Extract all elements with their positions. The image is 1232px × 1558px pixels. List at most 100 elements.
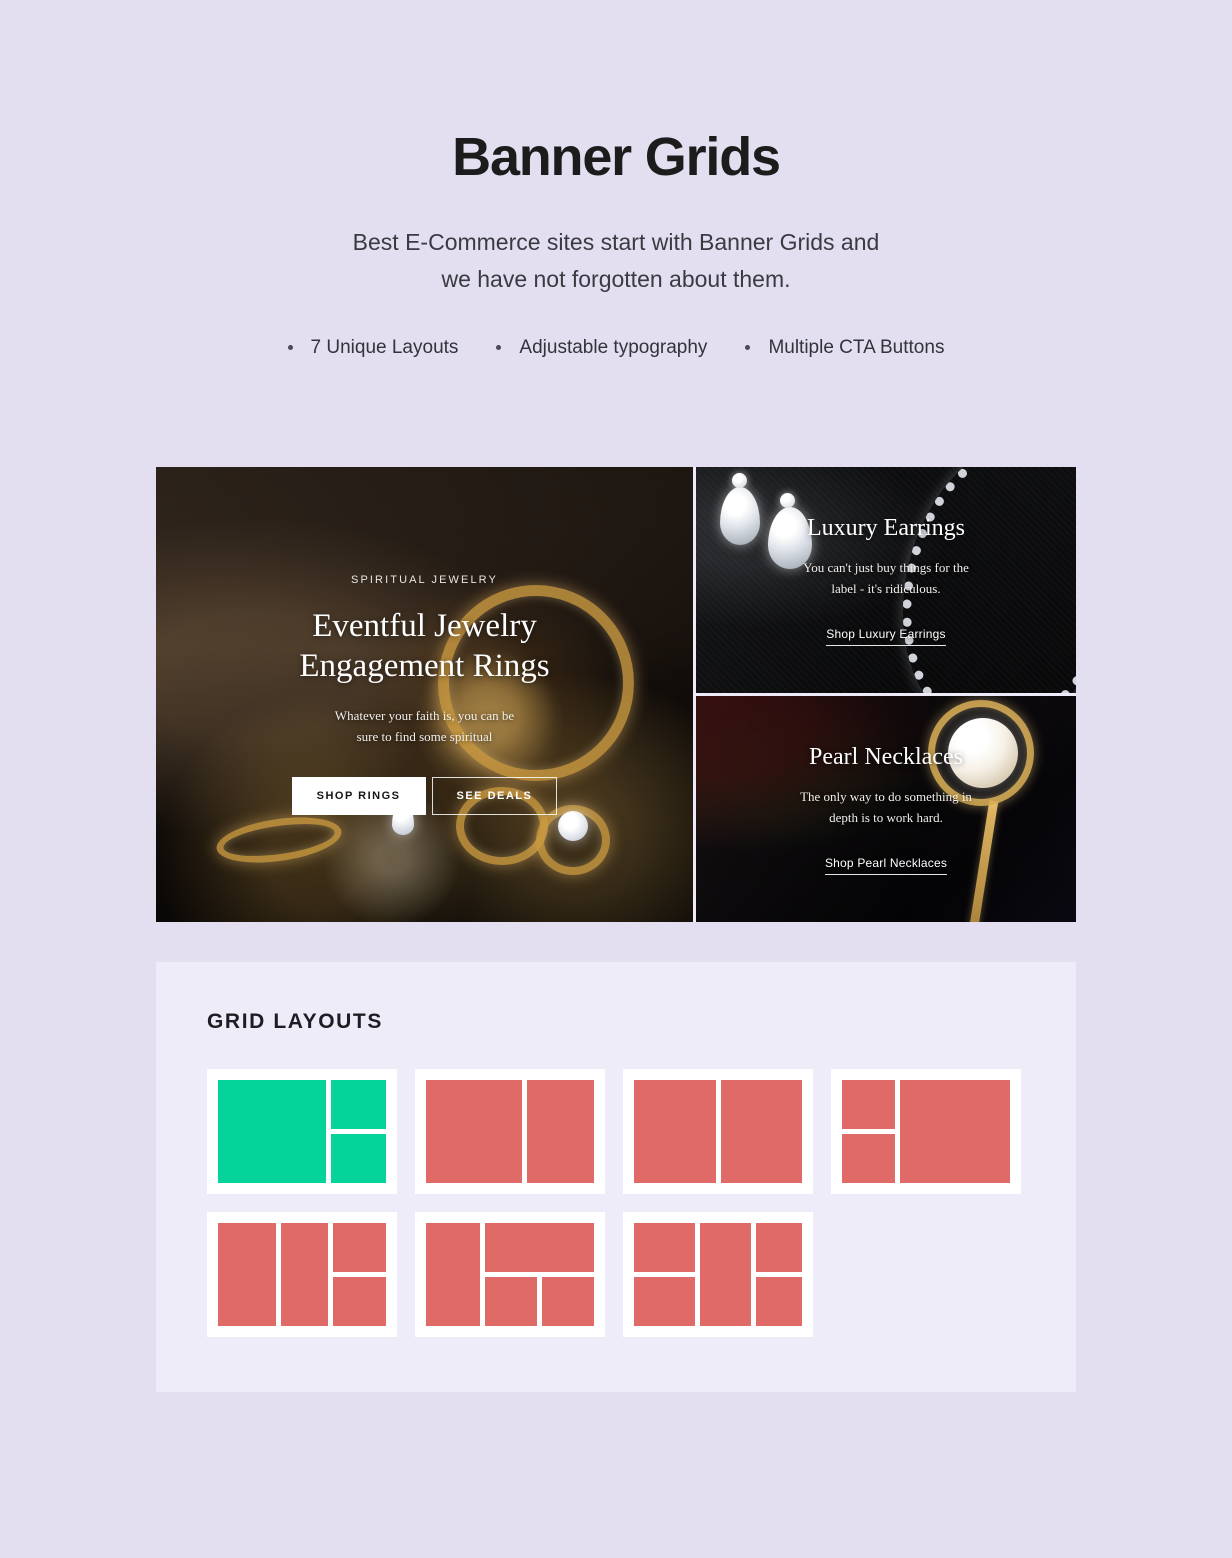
layout-preview bbox=[218, 1080, 386, 1183]
layout-cell bbox=[542, 1277, 595, 1326]
banner-grid-preview: SPIRITUAL JEWELRY Eventful Jewelry Engag… bbox=[156, 467, 1076, 922]
feature-label: 7 Unique Layouts bbox=[310, 336, 459, 358]
banner-card-engagement-rings[interactable]: SPIRITUAL JEWELRY Eventful Jewelry Engag… bbox=[156, 467, 693, 922]
bullet-dot-icon bbox=[287, 345, 293, 350]
layout-column bbox=[426, 1080, 523, 1183]
layout-preview bbox=[426, 1223, 595, 1326]
layout-column bbox=[485, 1223, 595, 1326]
grid-layouts-heading: GRID LAYOUTS bbox=[207, 1010, 383, 1033]
grid-layout-option-1[interactable] bbox=[207, 1069, 397, 1194]
layout-column bbox=[699, 1223, 751, 1326]
layout-cell bbox=[332, 1277, 386, 1326]
round-diamond-icon bbox=[558, 811, 588, 841]
layout-cell bbox=[218, 1223, 277, 1326]
grid-layout-option-6[interactable] bbox=[415, 1212, 605, 1337]
feature-item-1: Adjustable typography bbox=[458, 337, 707, 359]
feature-item-0: 7 Unique Layouts bbox=[287, 336, 459, 359]
banner-title: Pearl Necklaces bbox=[809, 744, 963, 771]
banner-card-pearl-necklaces[interactable]: Pearl Necklaces The only way to do somet… bbox=[696, 696, 1076, 922]
banner-card-luxury-earrings[interactable]: Luxury Earrings You can't just buy thing… bbox=[696, 467, 1076, 693]
layout-column bbox=[426, 1223, 481, 1326]
layout-cell bbox=[330, 1134, 386, 1183]
layout-column bbox=[330, 1080, 386, 1183]
grid-layout-option-3[interactable] bbox=[623, 1069, 813, 1194]
banner-content: Luxury Earrings You can't just buy thing… bbox=[696, 514, 1076, 646]
layout-column bbox=[332, 1223, 386, 1326]
banner-description-line-1: You can't just buy things for the bbox=[803, 559, 969, 575]
bullet-dot-icon bbox=[496, 345, 502, 350]
layout-cell bbox=[699, 1223, 751, 1326]
layout-preview bbox=[634, 1223, 802, 1326]
layout-cell bbox=[332, 1223, 386, 1272]
banner-title-line-2: Engagement Rings bbox=[299, 648, 550, 685]
banner-description-line-2: depth is to work hard. bbox=[829, 809, 943, 825]
layout-column bbox=[755, 1223, 802, 1326]
shop-luxury-earrings-link[interactable]: Shop Luxury Earrings bbox=[826, 627, 946, 646]
layout-cell bbox=[426, 1080, 523, 1183]
hero-section: Banner Grids Best E-Commerce sites start… bbox=[0, 0, 1232, 359]
diamond-stud-icon bbox=[780, 493, 795, 508]
layout-cell bbox=[720, 1080, 802, 1183]
layout-column bbox=[218, 1080, 326, 1183]
layout-column bbox=[281, 1223, 328, 1326]
banner-content: SPIRITUAL JEWELRY Eventful Jewelry Engag… bbox=[156, 574, 693, 815]
banner-description-line-1: Whatever your faith is, you can be bbox=[334, 707, 515, 723]
layout-column bbox=[720, 1080, 802, 1183]
hero-subtitle-line-1: Best E-Commerce sites start with Banner … bbox=[352, 229, 880, 255]
layout-column bbox=[218, 1223, 277, 1326]
banner-title-line-1: Eventful Jewelry bbox=[312, 608, 537, 645]
layout-cell bbox=[330, 1080, 386, 1129]
layout-cell bbox=[218, 1080, 326, 1183]
feature-list: 7 Unique Layouts Adjustable typography M… bbox=[0, 337, 1232, 359]
feature-label: Adjustable typography bbox=[519, 336, 708, 358]
layout-preview bbox=[426, 1080, 594, 1183]
layout-cell bbox=[426, 1223, 481, 1326]
bullet-dot-icon bbox=[745, 345, 751, 350]
page-root: Banner Grids Best E-Commerce sites start… bbox=[0, 0, 1232, 1558]
layout-column bbox=[634, 1223, 695, 1326]
layout-cell bbox=[281, 1223, 328, 1326]
layout-column bbox=[842, 1080, 895, 1183]
banner-description: Whatever your faith is, you can be sure … bbox=[270, 705, 580, 747]
layout-cell bbox=[527, 1080, 594, 1183]
banner-eyebrow: SPIRITUAL JEWELRY bbox=[351, 574, 498, 587]
feature-item-2: Multiple CTA Buttons bbox=[707, 337, 944, 359]
layout-cell bbox=[842, 1080, 895, 1129]
layout-cell bbox=[634, 1277, 695, 1326]
grid-layout-option-7[interactable] bbox=[623, 1212, 813, 1337]
layout-cell bbox=[634, 1080, 716, 1183]
grid-layout-option-2[interactable] bbox=[415, 1069, 605, 1194]
layout-cell bbox=[485, 1223, 594, 1272]
layout-cell bbox=[485, 1277, 538, 1326]
layout-row bbox=[485, 1277, 595, 1326]
layout-preview bbox=[842, 1080, 1010, 1183]
layout-cell bbox=[634, 1223, 695, 1272]
banner-title: Eventful Jewelry Engagement Rings bbox=[182, 606, 667, 687]
banner-description: The only way to do something in depth is… bbox=[762, 786, 1010, 828]
banner-title: Luxury Earrings bbox=[807, 515, 965, 542]
layout-preview bbox=[218, 1223, 386, 1326]
shop-pearl-necklaces-link[interactable]: Shop Pearl Necklaces bbox=[824, 856, 948, 875]
hero-subtitle: Best E-Commerce sites start with Banner … bbox=[0, 224, 1232, 299]
see-deals-button[interactable]: SEE DEALS bbox=[431, 776, 558, 815]
banner-description: You can't just buy things for the label … bbox=[762, 557, 1010, 599]
feature-label: Multiple CTA Buttons bbox=[768, 336, 945, 358]
layout-column bbox=[899, 1080, 1010, 1183]
layout-cell bbox=[755, 1277, 802, 1326]
grid-layout-option-4[interactable] bbox=[831, 1069, 1021, 1194]
banner-right-column: Luxury Earrings You can't just buy thing… bbox=[696, 467, 1076, 922]
banner-content: Pearl Necklaces The only way to do somet… bbox=[696, 743, 1076, 875]
layout-preview bbox=[634, 1080, 802, 1183]
grid-layouts-panel: GRID LAYOUTS bbox=[156, 962, 1076, 1392]
grid-layout-option-5[interactable] bbox=[207, 1212, 397, 1337]
layout-cell bbox=[899, 1080, 1010, 1183]
layout-cell bbox=[755, 1223, 802, 1272]
banner-description-line-2: sure to find some spiritual bbox=[356, 728, 493, 744]
layout-cell bbox=[842, 1134, 895, 1183]
banner-description-line-2: label - it's ridiculous. bbox=[831, 580, 941, 596]
layout-column bbox=[527, 1080, 594, 1183]
hero-subtitle-line-2: we have not forgotten about them. bbox=[441, 266, 791, 293]
page-title: Banner Grids bbox=[452, 127, 781, 187]
shop-rings-button[interactable]: SHOP RINGS bbox=[291, 776, 426, 815]
banner-cta-row: SHOP RINGS SEE DEALS bbox=[182, 776, 667, 815]
